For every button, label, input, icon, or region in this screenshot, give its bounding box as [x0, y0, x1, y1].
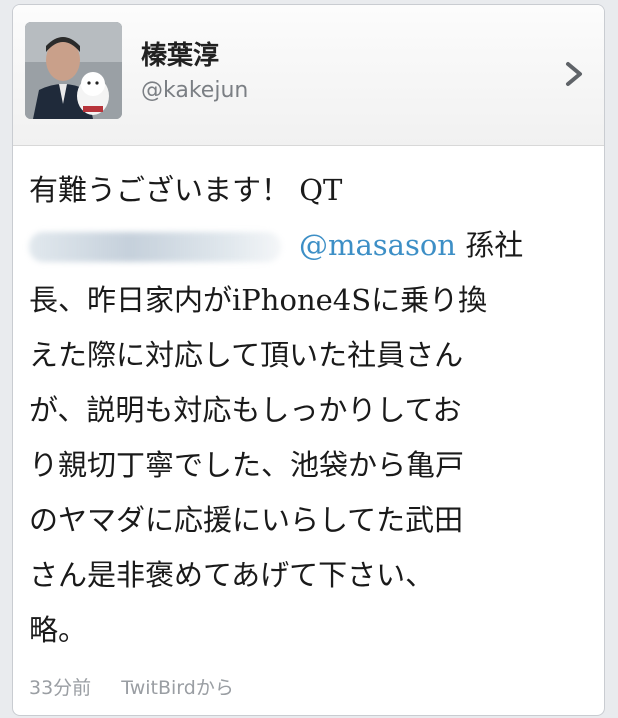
tweet-text: 有難うございます！ QT @masason 孫社 長、昨日家内がiPhone4S… — [29, 163, 597, 658]
tweet-line: が、説明も対応もしっかりしてお — [29, 393, 462, 427]
tweet-line: 有難うございます！ QT — [29, 163, 597, 218]
tweet-text-segment: 有難うございます！ — [29, 173, 291, 207]
tweet-line: さん是非褒めてあげて下さい、 — [29, 558, 435, 592]
avatar[interactable] — [25, 22, 122, 119]
tweet-meta: 33分前 TwitBirdから — [29, 673, 258, 700]
tweet-timestamp[interactable]: 33分前 — [29, 677, 91, 699]
tweet-line: えた際に対応して頂いた社員さん — [29, 338, 464, 372]
tweet-text-segment: に乗り換 — [371, 283, 488, 317]
author-name[interactable]: 榛葉淳 — [141, 35, 219, 72]
mention-link[interactable]: @masason — [299, 228, 456, 262]
chevron-right-icon[interactable] — [562, 60, 586, 88]
tweet-line: 略。 — [29, 613, 88, 647]
tweet-line: のヤマダに応援にいらしてた武田 — [29, 503, 464, 537]
tweet-text-segment: 長、昨日家内が — [29, 283, 233, 317]
tweet-text-segment: 孫社 — [465, 228, 524, 262]
tweet-source: TwitBirdから — [121, 677, 234, 699]
tweet-author-header[interactable]: 榛葉淳 @kakejun — [13, 5, 604, 146]
author-handle[interactable]: @kakejun — [141, 78, 248, 103]
tweet-line: り親切丁寧でした、池袋から亀戸 — [29, 448, 465, 482]
quote-tweet-marker: QT — [299, 173, 343, 207]
tweet-text-segment: iPhone4S — [232, 283, 372, 317]
tweet-card: 榛葉淳 @kakejun 有難うございます！ QT @masason 孫社 長、… — [12, 4, 605, 716]
tweet-line: 長、昨日家内がiPhone4Sに乗り換 — [29, 273, 597, 328]
blurred-username — [29, 232, 281, 262]
tweet-line: @masason 孫社 — [29, 218, 597, 273]
